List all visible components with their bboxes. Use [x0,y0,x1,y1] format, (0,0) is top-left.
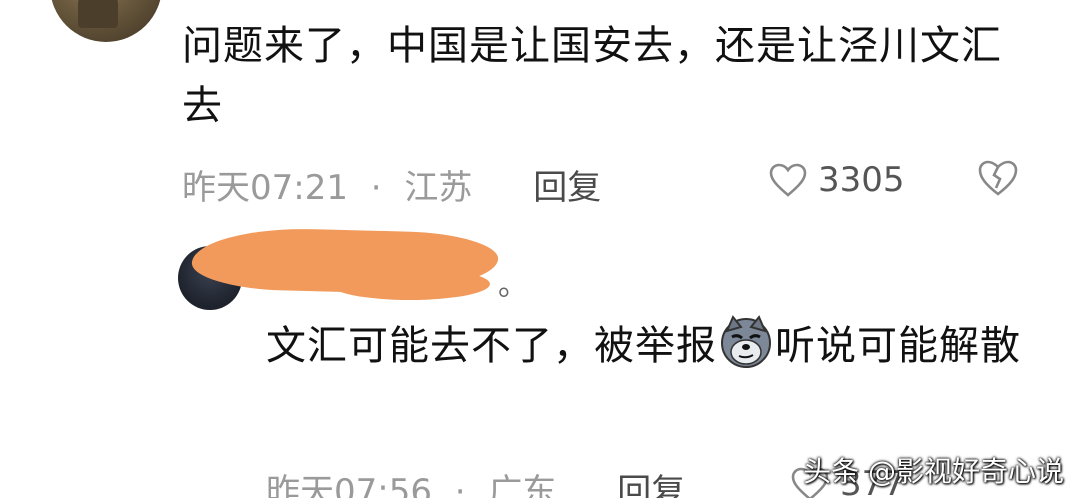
reply-location: 广东 [488,472,557,498]
reply-meta: 昨天07:56 · 广东 回复 [266,464,685,498]
watermark: 头条 @影视好奇心说 [803,455,1064,488]
comment-thread: 问题来了，中国是让国安去，还是让泾川文汇去 昨天07:21 · 江苏 回复 33… [0,0,1080,498]
avatar[interactable] [50,0,162,42]
doge-icon [721,315,771,368]
redaction-mark [330,268,490,300]
comment-location: 江苏 [404,168,473,208]
like-button[interactable]: 3305 [768,160,905,200]
heart-icon [769,163,807,197]
reply-button[interactable]: 回复 [617,472,685,498]
meta-separator: · [454,472,466,498]
reply-text: 文汇可能去不了，被举报 听说可能解散 [266,315,1026,376]
reply-time: 昨天07:56 [266,472,432,498]
reply-button[interactable]: 回复 [533,168,601,208]
meta-separator: · [370,168,382,208]
like-count: 3305 [818,160,905,200]
broken-heart-icon[interactable] [976,158,1020,198]
comment-meta: 昨天07:21 · 江苏 回复 [182,160,601,209]
comment-text: 问题来了，中国是让国安去，还是让泾川文汇去 [182,23,1002,129]
comment-time: 昨天07:21 [182,168,348,208]
